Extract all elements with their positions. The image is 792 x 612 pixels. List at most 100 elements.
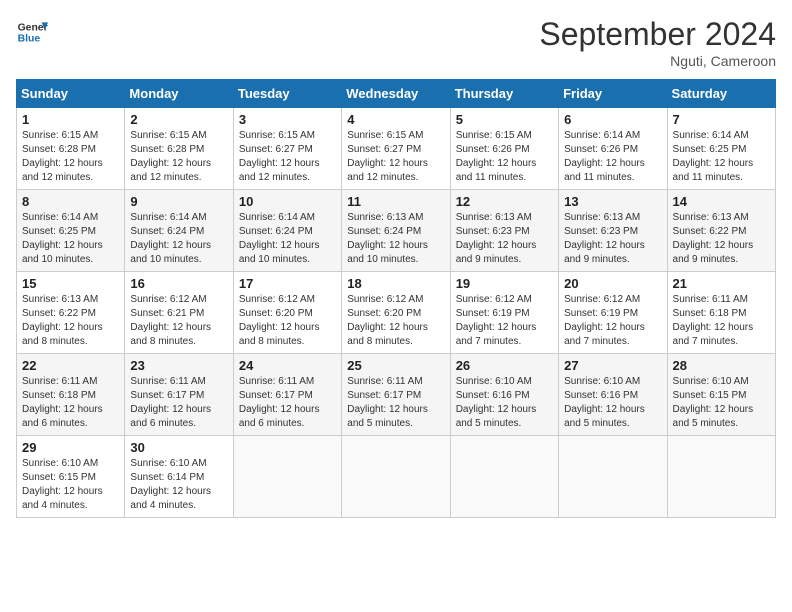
day-number: 18 bbox=[347, 276, 444, 291]
month-title: September 2024 bbox=[539, 16, 776, 53]
day-cell: 12 Sunrise: 6:13 AM Sunset: 6:23 PM Dayli… bbox=[450, 190, 558, 272]
day-number: 11 bbox=[347, 194, 444, 209]
day-info: Sunrise: 6:13 AM Sunset: 6:22 PM Dayligh… bbox=[673, 211, 770, 267]
day-number: 6 bbox=[564, 112, 661, 127]
day-info: Sunrise: 6:14 AM Sunset: 6:25 PM Dayligh… bbox=[673, 129, 770, 185]
day-cell bbox=[233, 436, 341, 518]
day-info: Sunrise: 6:14 AM Sunset: 6:25 PM Dayligh… bbox=[22, 211, 119, 267]
day-info: Sunrise: 6:11 AM Sunset: 6:17 PM Dayligh… bbox=[130, 375, 227, 431]
location: Nguti, Cameroon bbox=[539, 53, 776, 69]
day-number: 10 bbox=[239, 194, 336, 209]
day-cell: 13 Sunrise: 6:13 AM Sunset: 6:23 PM Dayli… bbox=[559, 190, 667, 272]
day-cell bbox=[450, 436, 558, 518]
day-cell: 26 Sunrise: 6:10 AM Sunset: 6:16 PM Dayli… bbox=[450, 354, 558, 436]
col-header-friday: Friday bbox=[559, 80, 667, 108]
week-row-4: 22 Sunrise: 6:11 AM Sunset: 6:18 PM Dayli… bbox=[17, 354, 776, 436]
day-number: 30 bbox=[130, 440, 227, 455]
day-number: 21 bbox=[673, 276, 770, 291]
day-cell: 19Sunrise: 6:12 AM Sunset: 6:19 PM Dayli… bbox=[450, 272, 558, 354]
day-cell: 7 Sunrise: 6:14 AM Sunset: 6:25 PM Daylig… bbox=[667, 108, 775, 190]
day-info: Sunrise: 6:10 AM Sunset: 6:15 PM Dayligh… bbox=[22, 457, 119, 513]
day-info: Sunrise: 6:13 AM Sunset: 6:22 PM Dayligh… bbox=[22, 293, 119, 349]
col-header-monday: Monday bbox=[125, 80, 233, 108]
day-number: 22 bbox=[22, 358, 119, 373]
day-cell bbox=[667, 436, 775, 518]
day-cell: 1 Sunrise: 6:15 AM Sunset: 6:28 PM Daylig… bbox=[17, 108, 125, 190]
day-number: 19 bbox=[456, 276, 553, 291]
day-number: 25 bbox=[347, 358, 444, 373]
day-info: Sunrise: 6:10 AM Sunset: 6:14 PM Dayligh… bbox=[130, 457, 227, 513]
day-number: 26 bbox=[456, 358, 553, 373]
day-cell: 17 Sunrise: 6:12 AM Sunset: 6:20 PM Dayli… bbox=[233, 272, 341, 354]
day-number: 15 bbox=[22, 276, 119, 291]
col-header-sunday: Sunday bbox=[17, 80, 125, 108]
day-number: 28 bbox=[673, 358, 770, 373]
day-number: 5 bbox=[456, 112, 553, 127]
col-header-wednesday: Wednesday bbox=[342, 80, 450, 108]
day-cell: 2 Sunrise: 6:15 AM Sunset: 6:28 PM Daylig… bbox=[125, 108, 233, 190]
day-info: Sunrise: 6:10 AM Sunset: 6:15 PM Dayligh… bbox=[673, 375, 770, 431]
day-info: Sunrise: 6:11 AM Sunset: 6:18 PM Dayligh… bbox=[22, 375, 119, 431]
day-info: Sunrise: 6:11 AM Sunset: 6:17 PM Dayligh… bbox=[239, 375, 336, 431]
day-info: Sunrise: 6:12 AM Sunset: 6:20 PM Dayligh… bbox=[239, 293, 336, 349]
calendar-table: SundayMondayTuesdayWednesdayThursdayFrid… bbox=[16, 79, 776, 518]
day-info: Sunrise: 6:12 AM Sunset: 6:20 PM Dayligh… bbox=[347, 293, 444, 349]
day-cell: 29Sunrise: 6:10 AM Sunset: 6:15 PM Dayli… bbox=[17, 436, 125, 518]
day-info: Sunrise: 6:15 AM Sunset: 6:28 PM Dayligh… bbox=[130, 129, 227, 185]
day-info: Sunrise: 6:15 AM Sunset: 6:27 PM Dayligh… bbox=[347, 129, 444, 185]
day-number: 17 bbox=[239, 276, 336, 291]
day-cell: 15 Sunrise: 6:13 AM Sunset: 6:22 PM Dayli… bbox=[17, 272, 125, 354]
day-number: 27 bbox=[564, 358, 661, 373]
col-header-tuesday: Tuesday bbox=[233, 80, 341, 108]
day-info: Sunrise: 6:14 AM Sunset: 6:24 PM Dayligh… bbox=[130, 211, 227, 267]
day-cell: 16Sunrise: 6:12 AM Sunset: 6:21 PM Dayli… bbox=[125, 272, 233, 354]
day-number: 8 bbox=[22, 194, 119, 209]
day-number: 20 bbox=[564, 276, 661, 291]
title-block: September 2024 Nguti, Cameroon bbox=[539, 16, 776, 69]
week-row-3: 15 Sunrise: 6:13 AM Sunset: 6:22 PM Dayli… bbox=[17, 272, 776, 354]
day-number: 23 bbox=[130, 358, 227, 373]
day-info: Sunrise: 6:12 AM Sunset: 6:21 PM Dayligh… bbox=[130, 293, 227, 349]
day-cell: 28 Sunrise: 6:10 AM Sunset: 6:15 PM Dayli… bbox=[667, 354, 775, 436]
day-number: 3 bbox=[239, 112, 336, 127]
day-cell: 23 Sunrise: 6:11 AM Sunset: 6:17 PM Dayli… bbox=[125, 354, 233, 436]
day-number: 24 bbox=[239, 358, 336, 373]
day-cell: 5 Sunrise: 6:15 AM Sunset: 6:26 PM Daylig… bbox=[450, 108, 558, 190]
day-number: 4 bbox=[347, 112, 444, 127]
day-number: 7 bbox=[673, 112, 770, 127]
col-header-thursday: Thursday bbox=[450, 80, 558, 108]
day-info: Sunrise: 6:15 AM Sunset: 6:28 PM Dayligh… bbox=[22, 129, 119, 185]
day-cell: 11Sunrise: 6:13 AM Sunset: 6:24 PM Dayli… bbox=[342, 190, 450, 272]
day-info: Sunrise: 6:14 AM Sunset: 6:24 PM Dayligh… bbox=[239, 211, 336, 267]
day-info: Sunrise: 6:15 AM Sunset: 6:27 PM Dayligh… bbox=[239, 129, 336, 185]
day-cell: 6Sunrise: 6:14 AM Sunset: 6:26 PM Daylig… bbox=[559, 108, 667, 190]
day-number: 9 bbox=[130, 194, 227, 209]
day-number: 13 bbox=[564, 194, 661, 209]
col-header-saturday: Saturday bbox=[667, 80, 775, 108]
day-cell: 22 Sunrise: 6:11 AM Sunset: 6:18 PM Dayli… bbox=[17, 354, 125, 436]
day-cell: 8 Sunrise: 6:14 AM Sunset: 6:25 PM Daylig… bbox=[17, 190, 125, 272]
day-cell: 14 Sunrise: 6:13 AM Sunset: 6:22 PM Dayli… bbox=[667, 190, 775, 272]
day-number: 2 bbox=[130, 112, 227, 127]
day-cell: 4 Sunrise: 6:15 AM Sunset: 6:27 PM Daylig… bbox=[342, 108, 450, 190]
day-info: Sunrise: 6:13 AM Sunset: 6:23 PM Dayligh… bbox=[456, 211, 553, 267]
day-cell: 25 Sunrise: 6:11 AM Sunset: 6:17 PM Dayli… bbox=[342, 354, 450, 436]
day-cell bbox=[342, 436, 450, 518]
day-cell: 27Sunrise: 6:10 AM Sunset: 6:16 PM Dayli… bbox=[559, 354, 667, 436]
day-cell: 24 Sunrise: 6:11 AM Sunset: 6:17 PM Dayli… bbox=[233, 354, 341, 436]
day-cell: 20Sunrise: 6:12 AM Sunset: 6:19 PM Dayli… bbox=[559, 272, 667, 354]
day-info: Sunrise: 6:13 AM Sunset: 6:23 PM Dayligh… bbox=[564, 211, 661, 267]
logo-icon: General Blue bbox=[16, 16, 48, 48]
day-number: 1 bbox=[22, 112, 119, 127]
day-cell: 30 Sunrise: 6:10 AM Sunset: 6:14 PM Dayli… bbox=[125, 436, 233, 518]
day-cell: 3 Sunrise: 6:15 AM Sunset: 6:27 PM Daylig… bbox=[233, 108, 341, 190]
day-number: 12 bbox=[456, 194, 553, 209]
day-info: Sunrise: 6:15 AM Sunset: 6:26 PM Dayligh… bbox=[456, 129, 553, 185]
day-info: Sunrise: 6:11 AM Sunset: 6:17 PM Dayligh… bbox=[347, 375, 444, 431]
day-cell: 9 Sunrise: 6:14 AM Sunset: 6:24 PM Daylig… bbox=[125, 190, 233, 272]
svg-text:Blue: Blue bbox=[18, 34, 41, 45]
day-number: 14 bbox=[673, 194, 770, 209]
day-cell: 21Sunrise: 6:11 AM Sunset: 6:18 PM Dayli… bbox=[667, 272, 775, 354]
week-row-1: 1 Sunrise: 6:15 AM Sunset: 6:28 PM Daylig… bbox=[17, 108, 776, 190]
day-info: Sunrise: 6:10 AM Sunset: 6:16 PM Dayligh… bbox=[456, 375, 553, 431]
